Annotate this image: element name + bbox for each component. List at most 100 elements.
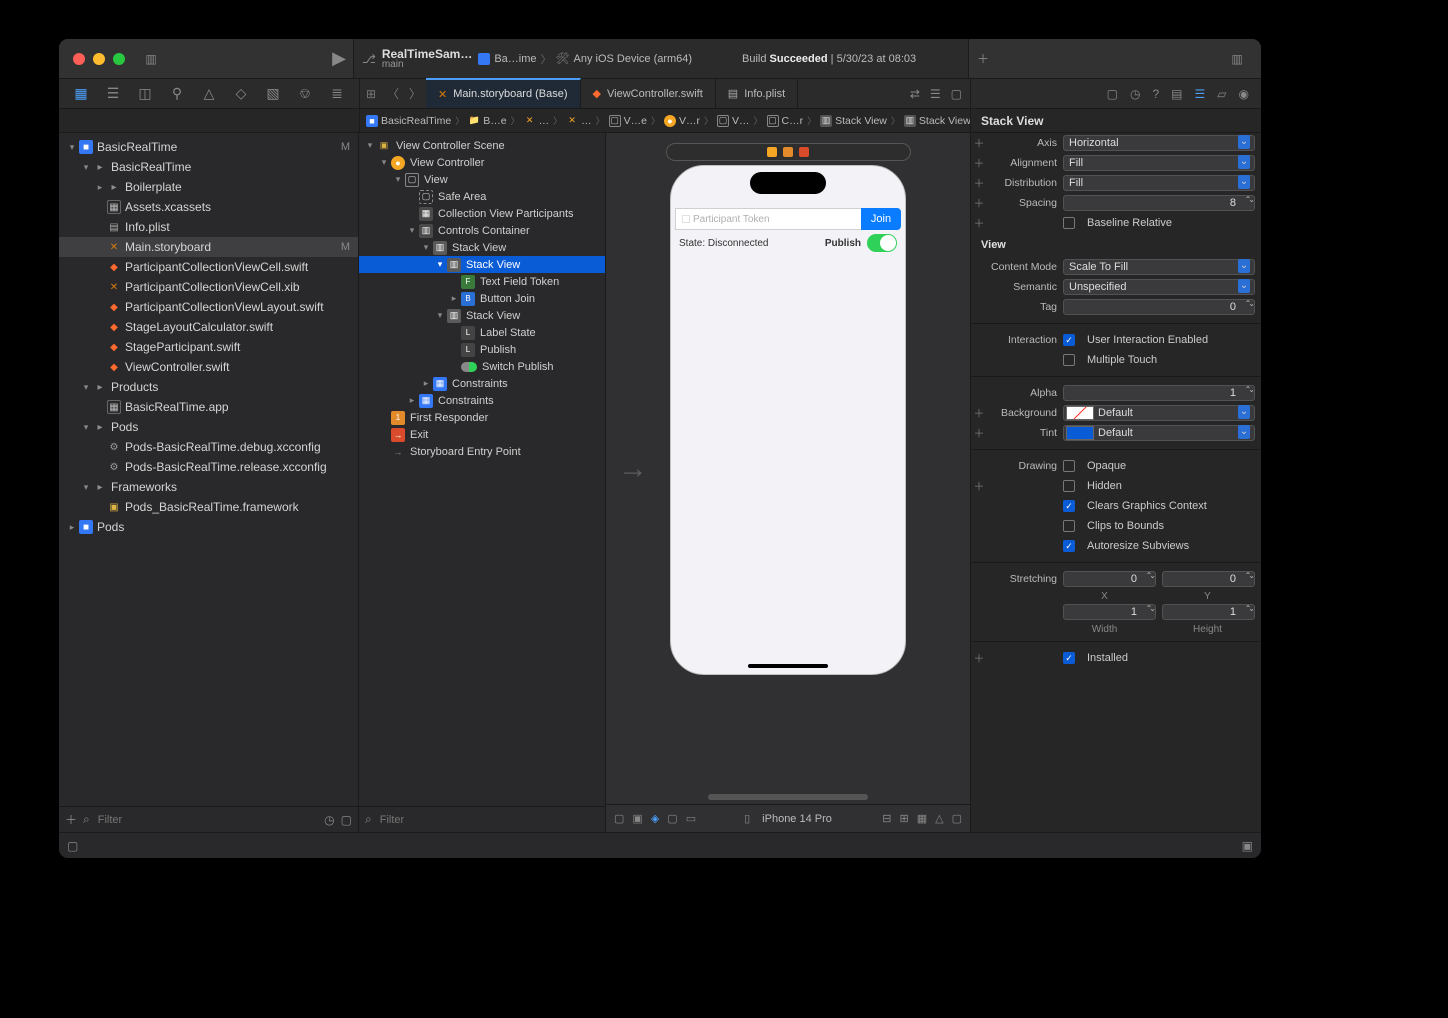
project-filter-input[interactable] <box>96 813 318 827</box>
connections-inspector-tab[interactable]: ◉ <box>1239 87 1249 101</box>
tint-select[interactable]: Default <box>1063 425 1255 441</box>
outline-row[interactable]: ▾▢View <box>359 171 605 188</box>
toolbar-status-area[interactable]: ⎇ RealTimeSam… main Ba…ime 〉 🛠 Any iOS D… <box>353 39 969 78</box>
issue-navigator-tab[interactable]: △ <box>198 85 220 102</box>
outline-row[interactable]: ▾▥Controls Container <box>359 222 605 239</box>
stretch-w-field[interactable]: 1 <box>1063 604 1156 620</box>
outline-row[interactable]: ▸▦Constraints <box>359 392 605 409</box>
outline-row[interactable]: ▾●View Controller <box>359 154 605 171</box>
distribution-select[interactable]: Fill <box>1063 175 1255 191</box>
scene-dock-firstresponder-icon[interactable] <box>783 147 793 157</box>
recent-filter-icon[interactable]: ◷ <box>324 813 334 827</box>
history-inspector-tab[interactable]: ◷ <box>1130 87 1140 101</box>
ib-canvas[interactable]: → Participant Token Jo <box>606 133 970 804</box>
project-tree-row[interactable]: ◆StageLayoutCalculator.swift <box>59 317 358 337</box>
file-inspector-tab[interactable]: ▢ <box>1107 87 1118 101</box>
project-tree-row[interactable]: ▸■Pods <box>59 517 358 537</box>
stretch-y-field[interactable]: 0 <box>1162 571 1255 587</box>
project-tree-row[interactable]: ▦Assets.xcassets <box>59 197 358 217</box>
join-button[interactable]: Join <box>861 208 901 230</box>
baseline-relative-checkbox[interactable] <box>1063 217 1075 229</box>
console-toggle-button[interactable]: ▢ <box>67 839 78 853</box>
scheme-selector[interactable]: Ba…ime 〉 🛠 Any iOS Device (arm64) <box>478 51 692 67</box>
jump-bar[interactable]: ■BasicRealTime〉 📁B…e〉 ✕…〉 ✕…〉 ▢V…e〉 ●V…r… <box>359 109 971 132</box>
outline-tree[interactable]: ▾▣View Controller Scene▾●View Controller… <box>359 133 605 806</box>
minimize-window-button[interactable] <box>93 53 105 65</box>
project-tree-row[interactable]: ▾▸Pods <box>59 417 358 437</box>
toggle-outline-button[interactable]: ▢ <box>614 812 624 825</box>
identity-inspector-tab[interactable]: ▤ <box>1171 87 1182 101</box>
breakpoint-navigator-tab[interactable]: ⎊ <box>294 85 316 102</box>
content-mode-select[interactable]: Scale To Fill <box>1063 259 1255 275</box>
outline-row[interactable]: ▾▥Stack View <box>359 307 605 324</box>
project-tree-row[interactable]: ◆ParticipantCollectionViewLayout.swift <box>59 297 358 317</box>
embed-button[interactable]: △ <box>935 812 943 825</box>
outline-row[interactable]: ▦Collection View Participants <box>359 205 605 222</box>
device-selector[interactable]: iPhone 14 Pro <box>762 813 832 825</box>
nav-forward-button[interactable]: 〉 <box>404 79 426 108</box>
background-select[interactable]: Default <box>1063 405 1255 421</box>
scene-dock-vc-icon[interactable] <box>767 147 777 157</box>
project-tree-row[interactable]: ▸▸Boilerplate <box>59 177 358 197</box>
tag-field[interactable]: 0 <box>1063 299 1255 315</box>
project-navigator-tab[interactable]: ▦ <box>70 85 92 102</box>
align-button[interactable]: ⊟ <box>882 812 891 825</box>
outline-row[interactable]: FText Field Token <box>359 273 605 290</box>
installed-checkbox[interactable]: ✓ <box>1063 652 1075 664</box>
outline-row[interactable]: →Storyboard Entry Point <box>359 443 605 460</box>
outline-row[interactable]: →Exit <box>359 426 605 443</box>
library-button[interactable]: ▢ <box>952 812 962 825</box>
quickhelp-inspector-tab[interactable]: ? <box>1152 87 1159 101</box>
size-inspector-tab[interactable]: ▱ <box>1217 87 1226 101</box>
add-file-button[interactable]: ＋ <box>65 811 77 828</box>
autoresize-checkbox[interactable]: ✓ <box>1063 540 1075 552</box>
source-control-navigator-tab[interactable]: ☰ <box>102 85 124 102</box>
add-attr-axis[interactable]: ＋ <box>973 135 985 151</box>
project-tree-row[interactable]: ▾▸Frameworks <box>59 477 358 497</box>
add-attr-alignment[interactable]: ＋ <box>973 155 985 171</box>
nav-back-button[interactable]: 〈 <box>382 79 404 108</box>
project-tree-row[interactable]: ▾▸BasicRealTime <box>59 157 358 177</box>
add-attr-distribution[interactable]: ＋ <box>973 175 985 191</box>
attributes-inspector-tab[interactable]: ☰ <box>1195 87 1206 101</box>
zoom-window-button[interactable] <box>113 53 125 65</box>
add-attr-spacing[interactable]: ＋ <box>973 195 985 211</box>
tab-info-plist[interactable]: ▤ Info.plist <box>716 79 798 108</box>
outline-row[interactable]: LLabel State <box>359 324 605 341</box>
project-tree-row[interactable]: ⚙Pods-BasicRealTime.release.xcconfig <box>59 457 358 477</box>
project-tree-row[interactable]: ✕ParticipantCollectionViewCell.xib <box>59 277 358 297</box>
test-navigator-tab[interactable]: ◇ <box>230 85 252 102</box>
adjust-editor-options-icon[interactable]: ☰ <box>930 87 941 101</box>
alignment-select[interactable]: Fill <box>1063 155 1255 171</box>
outline-row[interactable]: ▸▦Constraints <box>359 375 605 392</box>
layout-trait-button[interactable]: ◈ <box>651 812 659 825</box>
close-window-button[interactable] <box>73 53 85 65</box>
project-tree-row[interactable]: ▦BasicRealTime.app <box>59 397 358 417</box>
axis-select[interactable]: Horizontal <box>1063 135 1255 151</box>
run-button[interactable]: ▶ <box>325 46 353 72</box>
toggle-sidebar-button[interactable]: ▥ <box>137 46 165 72</box>
toggle-inspectors-button[interactable]: ▥ <box>1223 46 1251 72</box>
stretch-x-field[interactable]: 0 <box>1063 571 1156 587</box>
scene-dock[interactable] <box>666 143 911 161</box>
outline-row[interactable]: 1First Responder <box>359 409 605 426</box>
spacing-field[interactable]: 8 <box>1063 195 1255 211</box>
scm-filter-icon[interactable]: ▢ <box>341 813 352 827</box>
clears-gc-checkbox[interactable]: ✓ <box>1063 500 1075 512</box>
project-tree-row[interactable]: ▣Pods_BasicRealTime.framework <box>59 497 358 517</box>
clips-checkbox[interactable] <box>1063 520 1075 532</box>
variables-view-toggle[interactable]: ▣ <box>1242 839 1253 853</box>
outline-row[interactable]: ▢Safe Area <box>359 188 605 205</box>
tab-viewcontroller-swift[interactable]: ◆ ViewController.swift <box>581 79 716 108</box>
stretch-h-field[interactable]: 1 <box>1162 604 1255 620</box>
token-textfield[interactable]: Participant Token <box>675 208 861 230</box>
publish-switch[interactable] <box>867 234 897 252</box>
pin-button[interactable]: ⊞ <box>900 812 909 825</box>
add-editor-icon[interactable]: ▢ <box>951 87 962 101</box>
project-tree-row[interactable]: ◆StageParticipant.swift <box>59 337 358 357</box>
find-navigator-tab[interactable]: ⚲ <box>166 85 188 102</box>
project-tree-row[interactable]: ✕Main.storyboardM <box>59 237 358 257</box>
outline-filter-input[interactable] <box>378 813 599 827</box>
alpha-field[interactable]: 1 <box>1063 385 1255 401</box>
zoom-actual-button[interactable]: ▭ <box>686 812 696 825</box>
